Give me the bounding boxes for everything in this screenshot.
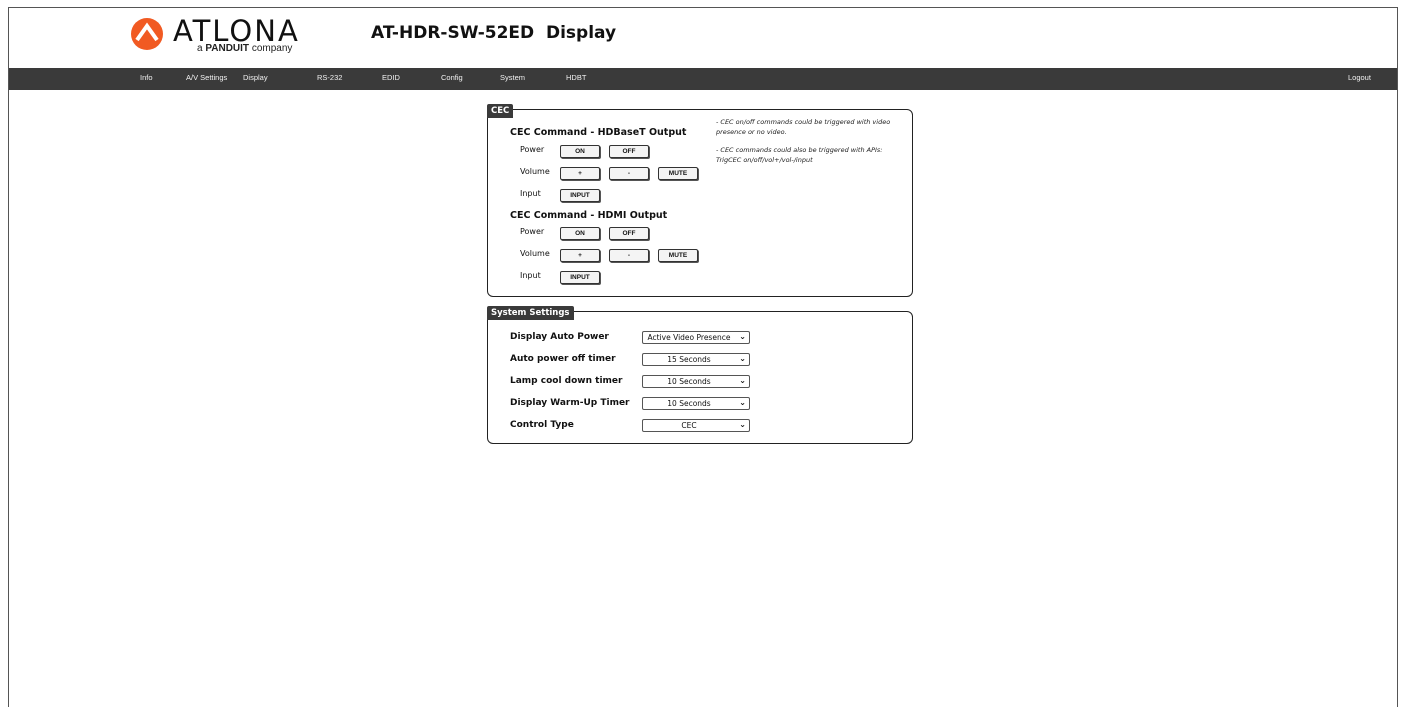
logo-tagline: a PANDUIT company xyxy=(197,43,292,54)
hdbaset-input-button[interactable]: INPUT xyxy=(560,189,600,202)
atlona-logo: ATLONA a PANDUIT company xyxy=(127,14,327,58)
hdbaset-mute-button[interactable]: MUTE xyxy=(658,167,698,180)
hdmi-volume-down-button[interactable]: - xyxy=(609,249,649,262)
nav-rs232[interactable]: RS-232 xyxy=(317,73,342,82)
control-type-label: Control Type xyxy=(510,420,574,430)
hdmi-volume-up-button[interactable]: + xyxy=(560,249,600,262)
nav-hdbt[interactable]: HDBT xyxy=(566,73,586,82)
hdbaset-input-label: Input xyxy=(520,189,541,198)
chevron-down-icon: ⌄ xyxy=(739,332,746,341)
system-settings-panel: System Settings Display Auto Power Activ… xyxy=(487,306,913,444)
cec-panel-tag: CEC xyxy=(487,104,514,118)
atlona-logo-mark-icon xyxy=(131,18,163,50)
nav-edid[interactable]: EDID xyxy=(382,73,400,82)
display-auto-power-label: Display Auto Power xyxy=(510,332,609,342)
logout-link[interactable]: Logout xyxy=(1348,73,1371,82)
display-auto-power-select[interactable]: Active Video Presence ⌄ xyxy=(642,331,750,344)
control-type-select[interactable]: CEC ⌄ xyxy=(642,419,750,432)
hdbaset-volume-label: Volume xyxy=(520,167,550,176)
hdbaset-power-off-button[interactable]: OFF xyxy=(609,145,649,158)
cec-panel: CEC CEC Command - HDBaseT Output Power O… xyxy=(487,104,913,297)
lamp-cool-down-timer-value: 10 Seconds xyxy=(667,377,711,386)
top-navbar: Info A/V Settings Display RS-232 EDID Co… xyxy=(9,68,1397,90)
hdbaset-power-on-button[interactable]: ON xyxy=(560,145,600,158)
lamp-cool-down-timer-label: Lamp cool down timer xyxy=(510,376,623,386)
nav-av-settings[interactable]: A/V Settings xyxy=(186,73,227,82)
display-warm-up-timer-label: Display Warm-Up Timer xyxy=(510,398,630,408)
logo-tagline-prefix: a xyxy=(197,43,203,54)
nav-display[interactable]: Display xyxy=(243,73,268,82)
hdmi-mute-button[interactable]: MUTE xyxy=(658,249,698,262)
header: ATLONA a PANDUIT company AT-HDR-SW-52ED … xyxy=(9,8,1397,68)
logo-tagline-brand: PANDUIT xyxy=(205,43,250,54)
chevron-down-icon: ⌄ xyxy=(739,376,746,385)
nav-info[interactable]: Info xyxy=(140,73,153,82)
display-warm-up-timer-value: 10 Seconds xyxy=(667,399,711,408)
hdbaset-volume-up-button[interactable]: + xyxy=(560,167,600,180)
page-frame: ATLONA a PANDUIT company AT-HDR-SW-52ED … xyxy=(8,7,1398,707)
hdmi-power-on-button[interactable]: ON xyxy=(560,227,600,240)
auto-power-off-timer-value: 15 Seconds xyxy=(667,355,711,364)
cec-help-note-1: - CEC on/off commands could be triggered… xyxy=(716,118,891,136)
auto-power-off-timer-select[interactable]: 15 Seconds ⌄ xyxy=(642,353,750,366)
chevron-down-icon: ⌄ xyxy=(739,398,746,407)
logo-tagline-suffix: company xyxy=(251,43,293,54)
hdmi-section-title: CEC Command - HDMI Output xyxy=(510,210,668,221)
hdmi-input-button[interactable]: INPUT xyxy=(560,271,600,284)
cec-help-note: - CEC on/off commands could be triggered… xyxy=(716,118,906,174)
auto-power-off-timer-label: Auto power off timer xyxy=(510,354,616,364)
hdmi-power-off-button[interactable]: OFF xyxy=(609,227,649,240)
nav-config[interactable]: Config xyxy=(441,73,463,82)
hdbaset-section-title: CEC Command - HDBaseT Output xyxy=(510,127,687,138)
hdbaset-volume-down-button[interactable]: - xyxy=(609,167,649,180)
chevron-down-icon: ⌄ xyxy=(739,420,746,429)
lamp-cool-down-timer-select[interactable]: 10 Seconds ⌄ xyxy=(642,375,750,388)
display-warm-up-timer-select[interactable]: 10 Seconds ⌄ xyxy=(642,397,750,410)
control-type-value: CEC xyxy=(681,421,697,430)
hdmi-input-label: Input xyxy=(520,271,541,280)
chevron-down-icon: ⌄ xyxy=(739,354,746,363)
system-settings-tag: System Settings xyxy=(487,306,574,320)
cec-help-note-2: - CEC commands could also be triggered w… xyxy=(716,146,883,164)
page-title: AT-HDR-SW-52ED Display xyxy=(371,23,617,43)
hdmi-volume-label: Volume xyxy=(520,249,550,258)
display-auto-power-value: Active Video Presence xyxy=(647,333,731,342)
hdmi-power-label: Power xyxy=(520,227,545,236)
nav-system[interactable]: System xyxy=(500,73,525,82)
hdbaset-power-label: Power xyxy=(520,145,545,154)
